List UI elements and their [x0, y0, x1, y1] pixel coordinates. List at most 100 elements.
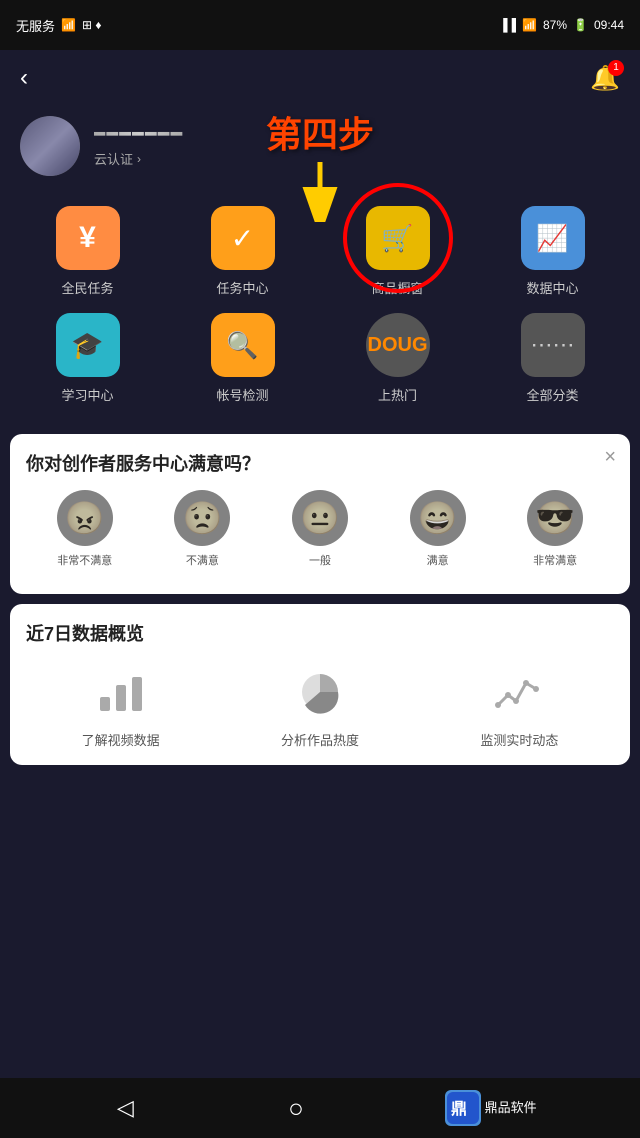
survey-title: 你对创作者服务中心满意吗？: [26, 450, 614, 476]
renwu-label: 任务中心: [216, 278, 268, 297]
survey-section: 你对创作者服务中心满意吗？ × 😠 非常不满意 😟 不满意 😐 一般 😄 满意 …: [10, 434, 630, 594]
emoji-face-5: 😎: [527, 490, 583, 546]
shuju-icon-wrap: 📈: [521, 206, 585, 270]
brand-logo: 鼎 鼎品软件: [445, 1090, 537, 1126]
avatar[interactable]: [20, 116, 80, 176]
emoji-satisfied[interactable]: 😄 满意: [410, 490, 466, 568]
profile-name: ━━━━━━━: [94, 124, 184, 145]
status-right: ▐▐ 📶 87% 🔋 09:44: [499, 18, 624, 32]
stats-icon-bar: [91, 662, 151, 722]
battery-label: 87%: [543, 18, 567, 32]
zhanghao-label: 帐号检测: [216, 385, 268, 404]
emoji-label-3: 一般: [309, 552, 331, 568]
network-icon: ▐▐: [499, 18, 516, 32]
battery-icon: 🔋: [573, 18, 588, 32]
zhanghao-icon: 🔍: [226, 330, 258, 361]
back-nav-icon: ◁: [117, 1095, 134, 1121]
pie-chart-svg: [295, 669, 345, 715]
bottom-nav: ◁ ○ 鼎 鼎品软件: [0, 1078, 640, 1138]
avatar-image: [20, 116, 80, 176]
line-chart-svg: [494, 669, 544, 715]
emoji-label-1: 非常不满意: [57, 552, 112, 568]
fenlei-label: 全部分类: [526, 385, 578, 404]
stats-label-hotness: 分析作品热度: [281, 730, 359, 749]
zhanghao-icon-wrap: 🔍: [211, 313, 275, 377]
emoji-face-4: 😄: [410, 490, 466, 546]
fenlei-icon-wrap: ⋯⋯: [521, 313, 585, 377]
renwu-icon-wrap: ✓: [211, 206, 275, 270]
back-button[interactable]: ‹: [20, 64, 28, 92]
menu-item-zhanghao[interactable]: 🔍 帐号检测: [165, 313, 320, 404]
brand-text: 鼎品软件: [485, 1100, 537, 1116]
arrow-svg: [300, 162, 340, 222]
bar-chart-svg: [96, 669, 146, 715]
emoji-very-unsatisfied[interactable]: 😠 非常不满意: [57, 490, 113, 568]
stats-item-video[interactable]: 了解视频数据: [26, 662, 215, 749]
survey-close-button[interactable]: ×: [604, 446, 616, 469]
profile-info: ━━━━━━━ 云认证 ›: [94, 124, 184, 168]
brand-svg: 鼎: [447, 1092, 479, 1124]
quanmin-icon: ¥: [79, 221, 96, 255]
stats-icon-line: [489, 662, 549, 722]
quanmin-label: 全民任务: [61, 278, 113, 297]
reshang-label: 上热门: [378, 385, 417, 404]
cert-label: 云认证: [94, 149, 133, 168]
stats-section: 近7日数据概览 了解视频数据 分析作品热度: [10, 604, 630, 765]
notification-bell[interactable]: 🔔 1: [590, 64, 620, 93]
nav-bar: ‹ 🔔 1: [0, 50, 640, 106]
carrier-label: 无服务: [16, 16, 55, 35]
stats-label-video: 了解视频数据: [82, 730, 160, 749]
brand-icon: 鼎: [445, 1090, 481, 1126]
wifi-icon: 📶: [522, 18, 537, 32]
status-bar: 无服务 📶 ⊞ ♦ ▐▐ 📶 87% 🔋 09:44: [0, 0, 640, 50]
emoji-label-4: 满意: [427, 552, 449, 568]
emoji-row: 😠 非常不满意 😟 不满意 😐 一般 😄 满意 😎 非常满意: [26, 490, 614, 568]
reshang-icon-wrap: DOUG: [366, 313, 430, 377]
step-text: 第四步: [266, 106, 374, 158]
xuexi-label: 学习中心: [61, 385, 113, 404]
stats-item-hotness[interactable]: 分析作品热度: [225, 662, 414, 749]
menu-grid: ¥ 全民任务 ✓ 任务中心 🛒 商品橱窗 📈 数据中心 🎓 学习中心 🔍: [0, 196, 640, 424]
app-icons: ⊞ ♦: [82, 18, 102, 32]
svg-text:鼎: 鼎: [451, 1099, 467, 1118]
cert-arrow: ›: [137, 152, 141, 166]
emoji-label-5: 非常满意: [533, 552, 577, 568]
home-nav-icon: ○: [288, 1093, 304, 1124]
stats-icon-pie: [290, 662, 350, 722]
menu-item-reshang[interactable]: DOUG 上热门: [320, 313, 475, 404]
menu-item-xuexi[interactable]: 🎓 学习中心: [10, 313, 165, 404]
emoji-face-1: 😠: [57, 490, 113, 546]
emoji-neutral[interactable]: 😐 一般: [292, 490, 348, 568]
reshang-icon: DOUG: [368, 334, 428, 357]
stats-item-realtime[interactable]: 监测实时动态: [425, 662, 614, 749]
emoji-label-2: 不满意: [186, 552, 219, 568]
status-left: 无服务 📶 ⊞ ♦: [16, 16, 101, 35]
stats-label-realtime: 监测实时动态: [480, 730, 558, 749]
fenlei-icon: ⋯⋯: [531, 332, 575, 358]
menu-item-quanmin[interactable]: ¥ 全民任务: [10, 206, 165, 297]
shangpin-icon-wrap: 🛒: [366, 206, 430, 270]
signal-icon: 📶: [61, 18, 76, 32]
emoji-face-3: 😐: [292, 490, 348, 546]
back-nav-button[interactable]: ◁: [103, 1086, 147, 1130]
renwu-icon: ✓: [231, 222, 254, 255]
emoji-very-satisfied[interactable]: 😎 非常满意: [527, 490, 583, 568]
shuju-icon: 📈: [536, 223, 568, 254]
emoji-unsatisfied[interactable]: 😟 不满意: [174, 490, 230, 568]
profile-cert[interactable]: 云认证 ›: [94, 149, 184, 168]
step-arrow: [266, 162, 374, 222]
xuexi-icon: 🎓: [71, 330, 103, 361]
quanmin-icon-wrap: ¥: [56, 206, 120, 270]
time-label: 09:44: [594, 18, 624, 32]
home-nav-button[interactable]: ○: [274, 1086, 318, 1130]
shangpin-label: 商品橱窗: [371, 278, 423, 297]
bell-badge: 1: [608, 60, 624, 76]
stats-title: 近7日数据概览: [26, 620, 614, 646]
menu-item-fenlei[interactable]: ⋯⋯ 全部分类: [475, 313, 630, 404]
menu-item-shuju[interactable]: 📈 数据中心: [475, 206, 630, 297]
shangpin-icon: 🛒: [381, 223, 413, 254]
shuju-label: 数据中心: [526, 278, 578, 297]
xuexi-icon-wrap: 🎓: [56, 313, 120, 377]
step-annotation: 第四步: [266, 106, 374, 222]
emoji-face-2: 😟: [174, 490, 230, 546]
